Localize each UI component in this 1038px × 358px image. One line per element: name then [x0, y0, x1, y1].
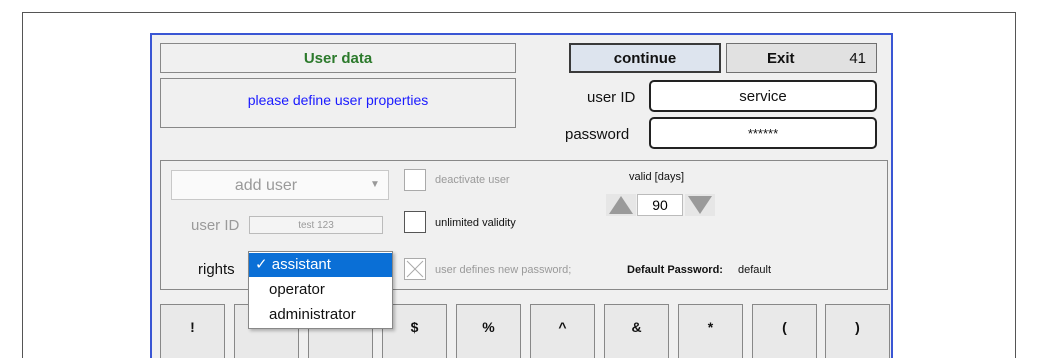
login-user-id-label: user ID: [587, 89, 636, 106]
key-asterisk[interactable]: *: [678, 304, 743, 358]
new-password-label: user defines new password;: [435, 264, 572, 276]
arrow-up-icon: [609, 196, 633, 214]
new-password-checkbox[interactable]: [404, 258, 426, 280]
message-box: please define user properties: [160, 78, 516, 128]
valid-days-label: valid [days]: [629, 171, 685, 183]
key-label: ^: [558, 319, 567, 335]
new-user-id-field[interactable]: test 123: [249, 216, 383, 234]
dialog-title: User data: [160, 43, 516, 73]
default-password-value: default: [738, 264, 772, 276]
decrease-days-button[interactable]: [685, 194, 715, 216]
key-open-paren[interactable]: (: [752, 304, 817, 358]
valid-days-value[interactable]: 90: [637, 194, 683, 216]
password-field[interactable]: ******: [649, 117, 877, 149]
key-label: %: [482, 319, 495, 335]
new-user-id-label: user ID: [191, 217, 240, 234]
user-data-dialog: User data please define user properties …: [150, 33, 893, 358]
increase-days-button[interactable]: [606, 194, 636, 216]
key-label: &: [631, 319, 642, 335]
key-caret[interactable]: ^: [530, 304, 595, 358]
key-exclamation[interactable]: !: [160, 304, 225, 358]
arrow-down-icon: [688, 196, 712, 214]
rights-dropdown[interactable]: ✓ assistant operator administrator: [248, 251, 393, 329]
cross-icon: [406, 260, 424, 278]
unlimited-validity-checkbox[interactable]: [404, 211, 426, 233]
rights-option-operator[interactable]: operator: [249, 278, 392, 302]
key-label: ): [855, 319, 860, 335]
rights-label: rights: [198, 261, 235, 278]
password-label: password: [565, 126, 630, 143]
rights-option-administrator[interactable]: administrator: [249, 303, 392, 327]
key-ampersand[interactable]: &: [604, 304, 669, 358]
chevron-down-icon: ▼: [370, 179, 380, 190]
exit-label: Exit: [767, 49, 795, 67]
deactivate-user-checkbox[interactable]: [404, 169, 426, 191]
key-label: *: [707, 319, 714, 335]
continue-button[interactable]: continue: [569, 43, 721, 73]
deactivate-user-label: deactivate user: [435, 174, 510, 186]
message-text: please define user properties: [247, 92, 429, 108]
key-label: !: [190, 319, 195, 335]
key-label: (: [782, 319, 787, 335]
rights-option-assistant[interactable]: ✓ assistant: [249, 253, 392, 277]
unlimited-validity-label: unlimited validity: [435, 217, 516, 229]
mode-select-value: add user: [234, 177, 298, 194]
default-password-label: Default Password:: [627, 264, 723, 276]
exit-count: 41: [849, 50, 866, 67]
key-percent[interactable]: %: [456, 304, 521, 358]
exit-button[interactable]: Exit 41: [726, 43, 877, 73]
key-close-paren[interactable]: ): [825, 304, 890, 358]
mode-select[interactable]: add user ▼: [171, 170, 389, 200]
login-user-id-field[interactable]: service: [649, 80, 877, 112]
